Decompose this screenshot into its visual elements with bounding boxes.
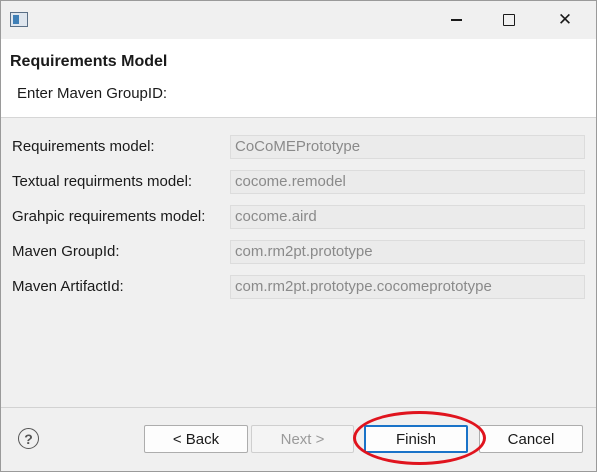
wizard-header: Requirements Model Enter Maven GroupID: <box>1 39 596 117</box>
graphic-model-label: Grahpic requirements model: <box>12 208 206 225</box>
minimize-icon <box>450 19 462 21</box>
maven-groupid-label: Maven GroupId: <box>12 243 120 260</box>
title-bar: ✕ <box>1 1 596 39</box>
maximize-button[interactable] <box>486 1 532 39</box>
requirements-model-label: Requirements model: <box>12 138 155 155</box>
page-title: Requirements Model <box>10 53 168 70</box>
next-button: Next > <box>251 425 354 453</box>
textual-model-label: Textual requirments model: <box>12 173 193 190</box>
form-row-textual-model: Textual requirments model: cocome.remode… <box>1 170 596 194</box>
maven-artifactid-field: com.rm2pt.prototype.cocomeprototype <box>230 275 585 299</box>
form-row-maven-artifactid: Maven ArtifactId: com.rm2pt.prototype.co… <box>1 275 596 299</box>
help-icon[interactable]: ? <box>18 428 39 449</box>
graphic-model-field: cocome.aird <box>230 205 585 229</box>
wizard-dialog: ✕ Requirements Model Enter Maven GroupID… <box>0 0 597 472</box>
textual-model-field: cocome.remodel <box>230 170 585 194</box>
header-divider <box>1 117 596 118</box>
finish-button[interactable]: Finish <box>364 425 468 453</box>
footer-divider <box>1 407 596 408</box>
maximize-icon <box>503 14 515 26</box>
form-row-graphic-model: Grahpic requirements model: cocome.aird <box>1 205 596 229</box>
page-message: Enter Maven GroupID: <box>17 85 168 102</box>
minimize-button[interactable] <box>433 1 479 39</box>
back-button[interactable]: < Back <box>144 425 248 453</box>
cancel-button[interactable]: Cancel <box>479 425 583 453</box>
maven-groupid-field: com.rm2pt.prototype <box>230 240 585 264</box>
form-row-requirements-model: Requirements model: CoCoMEPrototype <box>1 135 596 159</box>
close-icon: ✕ <box>557 10 573 29</box>
form-row-maven-groupid: Maven GroupId: com.rm2pt.prototype <box>1 240 596 264</box>
maven-artifactid-label: Maven ArtifactId: <box>12 278 124 295</box>
requirements-model-field: CoCoMEPrototype <box>230 135 585 159</box>
app-window-icon <box>10 12 28 27</box>
close-button[interactable]: ✕ <box>542 1 588 39</box>
